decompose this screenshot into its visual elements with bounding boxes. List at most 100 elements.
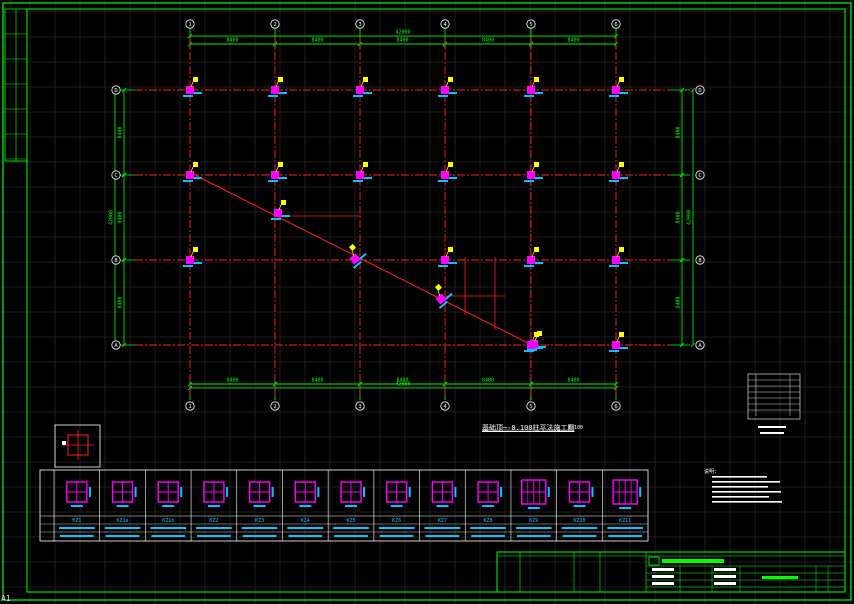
axis-bubble-top-2-label: 2 <box>273 22 276 28</box>
axis-bubble-top-5-label: 5 <box>529 22 532 28</box>
column-B1-body <box>186 256 194 264</box>
column-D6-note <box>609 95 619 97</box>
axis-bubble-bottom-6[interactable]: 6 <box>611 401 621 411</box>
column-A6[interactable] <box>609 332 628 352</box>
section-label-KZ8: KZ8 <box>484 518 493 524</box>
section-label-KZ1b: KZ1b <box>162 518 174 524</box>
column-C4-body <box>441 171 449 179</box>
column-D1-body <box>186 86 194 94</box>
axis-bubble-top-1-label: 1 <box>188 22 191 28</box>
axis-bubble-bottom-4[interactable]: 4 <box>440 401 450 411</box>
axis-bubble-left-D[interactable]: D <box>111 85 121 95</box>
axis-bubble-top-2[interactable]: 2 <box>270 19 280 29</box>
section-label-KZ1a: KZ1a <box>117 518 129 524</box>
column-D1-tag <box>193 77 198 82</box>
axis-bubble-bottom-5-label: 5 <box>529 404 532 410</box>
axis-bubble-top-3[interactable]: 3 <box>355 19 365 29</box>
column-B4[interactable] <box>438 247 457 267</box>
axis-bubble-bottom-5[interactable]: 5 <box>526 401 536 411</box>
column-D4-body <box>441 86 449 94</box>
axis-bubble-bottom-2[interactable]: 2 <box>270 401 280 411</box>
column-diag-1-body <box>274 209 282 217</box>
axis-bubble-top-3-label: 3 <box>358 22 361 28</box>
axis-bubble-left-C[interactable]: C <box>111 170 121 180</box>
axis-grid-lines <box>135 38 670 395</box>
column-B4-note <box>438 265 448 267</box>
row-dim: 8400 <box>118 296 124 308</box>
row-dim: 8400 <box>676 211 682 223</box>
section-KZ8[interactable]: KZ8 <box>470 481 506 537</box>
cad-drawing-canvas[interactable]: 420008400 8400 8400 8400 8400420008400 8400 84… <box>0 0 854 604</box>
column-C5[interactable] <box>524 162 543 182</box>
column-diag-1-tag <box>281 200 286 205</box>
bay-dim: 8400 <box>482 378 494 384</box>
section-KZ6[interactable]: KZ6 <box>378 481 415 537</box>
inner-border <box>26 8 846 593</box>
axis-bubble-top-1[interactable]: 1 <box>185 19 195 29</box>
column-section-schedule[interactable]: KZ1 KZ1a KZ1b KZ2 KZ3 KZ4 KZ5 KZ6 KZ7 KZ8 KZ9 KZ10 K… <box>39 469 649 542</box>
section-KZ1[interactable]: KZ1 <box>59 481 95 537</box>
column-A6-note <box>609 350 619 352</box>
section-label-KZ1: KZ1 <box>72 518 81 524</box>
column-D3-body <box>356 86 364 94</box>
column-D5-note <box>524 95 534 97</box>
note-line <box>712 491 781 493</box>
axis-bubble-left-B[interactable]: B <box>111 255 121 265</box>
axis-bubble-top-6[interactable]: 6 <box>611 19 621 29</box>
section-KZ5[interactable]: KZ5 <box>333 481 369 537</box>
axis-bubble-left-A[interactable]: A <box>111 340 121 350</box>
section-label-KZ6: KZ6 <box>392 518 401 524</box>
column-B6-note <box>609 265 619 267</box>
row-dim: 8400 <box>676 296 682 308</box>
axis-bubble-right-D[interactable]: D <box>695 85 705 95</box>
axis-bubble-top-4[interactable]: 4 <box>440 19 450 29</box>
axis-bubble-bottom-3[interactable]: 3 <box>355 401 365 411</box>
section-label-KZ5: KZ5 <box>346 518 355 524</box>
bay-dim: 8400 <box>226 38 238 44</box>
row-dim: 8400 <box>118 126 124 138</box>
axis-bubble-right-D-label: D <box>698 88 701 94</box>
column-A6-tag <box>619 332 624 337</box>
column-C2[interactable] <box>268 162 287 182</box>
bay-dim: 8400 <box>396 38 408 44</box>
section-KZ10[interactable]: KZ10 <box>561 481 598 537</box>
column-C5-tag <box>534 162 539 167</box>
column-D5-tag <box>534 77 539 82</box>
axis-bubble-right-A[interactable]: A <box>695 340 705 350</box>
axis-bubble-bottom-1[interactable]: 1 <box>185 401 195 411</box>
column-C5-body <box>527 171 535 179</box>
column-C1-note <box>183 180 193 182</box>
column-C4-note <box>438 180 448 182</box>
title-block <box>496 551 846 593</box>
note-line <box>712 481 780 483</box>
section-label-KZ3: KZ3 <box>255 518 264 524</box>
column-B5[interactable] <box>524 247 543 267</box>
column-C1[interactable] <box>183 162 202 182</box>
section-label-KZ4: KZ4 <box>301 518 310 524</box>
row-dim: 8400 <box>118 211 124 223</box>
axis-bubble-bottom-1-label: 1 <box>188 404 191 410</box>
axis-bubble-right-B[interactable]: B <box>695 255 705 265</box>
note-line <box>712 501 782 503</box>
section-KZ1b[interactable]: KZ1b <box>150 481 187 537</box>
section-KZ11[interactable]: KZ11 <box>607 479 643 537</box>
axis-bubble-right-C[interactable]: C <box>695 170 705 180</box>
column-C4[interactable] <box>438 162 457 182</box>
dimension-lines: 420008400 8400 8400 8400 8400420008400 8400 84… <box>109 28 696 400</box>
bay-dim: 8400 <box>226 378 238 384</box>
section-KZ1a[interactable]: KZ1a <box>104 481 141 537</box>
axis-bubble-top-5[interactable]: 5 <box>526 19 536 29</box>
column-C3[interactable] <box>353 162 372 182</box>
column-diag-3[interactable] <box>427 281 454 309</box>
column-B6-tag <box>619 247 624 252</box>
column-C5-note <box>524 180 534 182</box>
section-KZ2[interactable]: KZ2 <box>196 481 232 537</box>
axis-bubble-left-C-label: C <box>114 173 117 179</box>
column-C6[interactable] <box>609 162 628 182</box>
note-line <box>712 486 768 488</box>
column-B6[interactable] <box>609 247 628 267</box>
section-KZ3[interactable]: KZ3 <box>241 481 278 537</box>
column-C2-tag <box>278 162 283 167</box>
section-KZ9[interactable]: KZ9 <box>515 479 552 537</box>
column-B1[interactable] <box>183 247 202 267</box>
